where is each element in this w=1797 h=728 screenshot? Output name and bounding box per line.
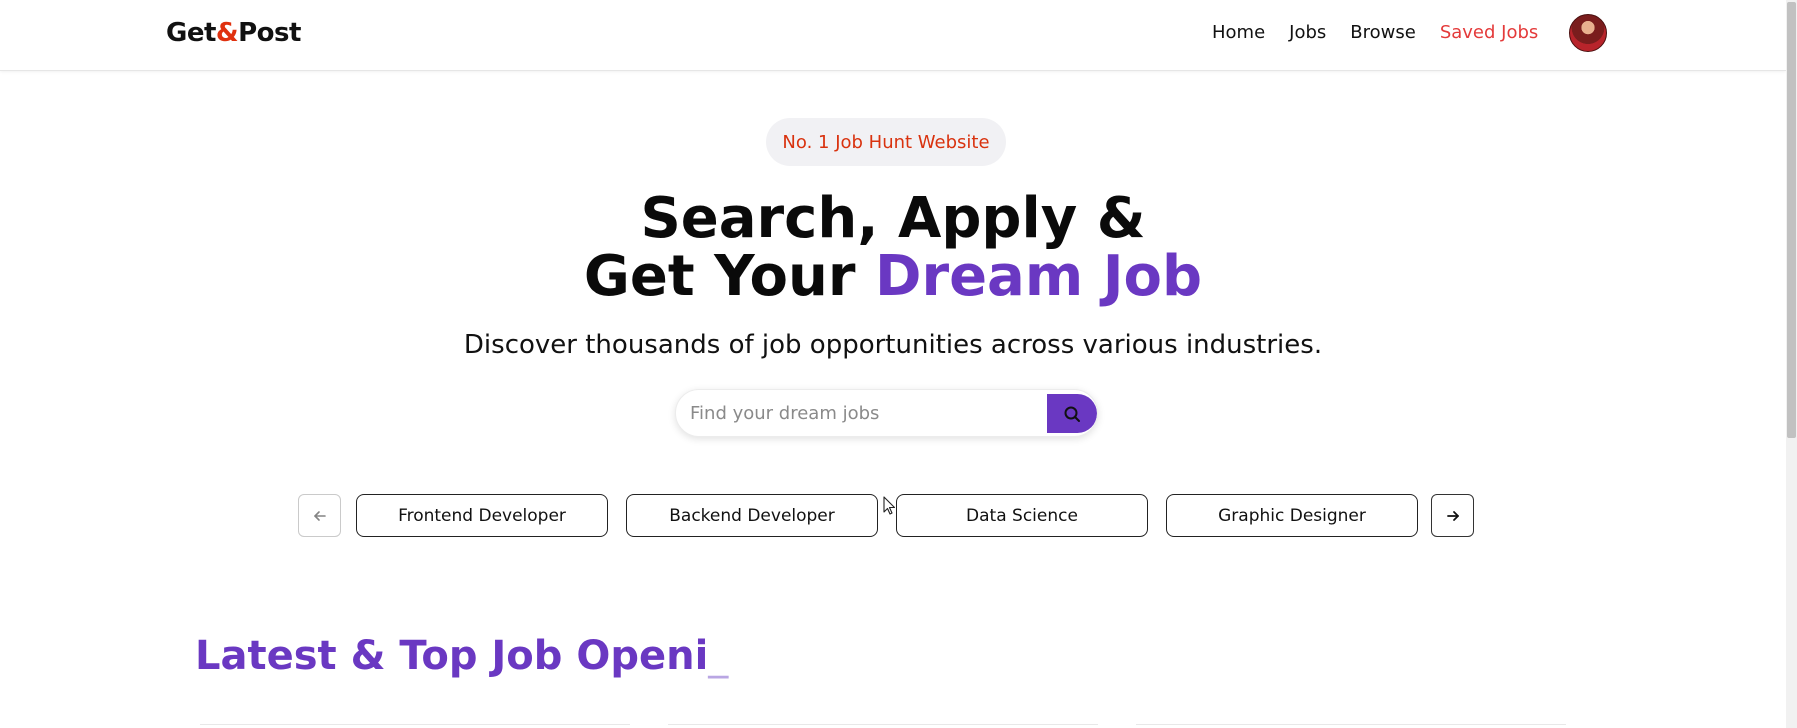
- nav-link-jobs[interactable]: Jobs: [1289, 22, 1326, 43]
- category-chip-backend-developer[interactable]: Backend Developer: [626, 494, 878, 537]
- hero-badge: No. 1 Job Hunt Website: [766, 118, 1006, 166]
- logo-text-post: Post: [238, 18, 301, 48]
- scrollbar-thumb[interactable]: [1787, 2, 1796, 438]
- nav-link-saved-jobs[interactable]: Saved Jobs: [1440, 22, 1538, 43]
- scrollbar[interactable]: [1786, 0, 1797, 728]
- search-icon: [1064, 406, 1080, 422]
- logo-text-get: Get: [166, 18, 216, 48]
- arrow-left-icon: [313, 510, 326, 521]
- nav-link-home[interactable]: Home: [1212, 22, 1265, 43]
- logo-ampersand: &: [215, 18, 239, 48]
- latest-jobs-heading-text: Latest & Top Job Openi: [195, 633, 709, 679]
- mouse-cursor-icon: [883, 496, 896, 515]
- arrow-right-icon: [1446, 510, 1459, 521]
- nav-links: Home Jobs Browse Saved Jobs: [1212, 22, 1538, 43]
- search-button[interactable]: [1047, 394, 1097, 433]
- nav-link-browse[interactable]: Browse: [1350, 22, 1416, 43]
- job-card-edge: [668, 724, 1098, 728]
- category-chip-frontend-developer[interactable]: Frontend Developer: [356, 494, 608, 537]
- job-card-edge: [1136, 724, 1566, 728]
- typing-caret: _: [708, 633, 729, 679]
- latest-jobs-heading: Latest & Top Job Openi_: [195, 633, 728, 679]
- hero-subtitle: Discover thousands of job opportunities …: [463, 330, 1323, 360]
- category-chip-data-science[interactable]: Data Science: [896, 494, 1148, 537]
- job-card-edge: [200, 724, 630, 728]
- search-input[interactable]: [690, 390, 1030, 436]
- logo[interactable]: Get&Post: [166, 18, 301, 48]
- carousel-prev-button[interactable]: [298, 494, 341, 537]
- top-navbar: Get&Post Home Jobs Browse Saved Jobs: [0, 0, 1786, 71]
- search-bar: [675, 389, 1098, 437]
- hero-title: Search, Apply & Get Your Dream Job: [0, 190, 1786, 306]
- carousel-next-button[interactable]: [1431, 494, 1474, 537]
- hero-title-line1: Search, Apply &: [640, 186, 1146, 251]
- avatar[interactable]: [1569, 14, 1607, 52]
- category-chip-graphic-designer[interactable]: Graphic Designer: [1166, 494, 1418, 537]
- hero-title-line2: Get Your: [583, 244, 875, 309]
- hero-title-accent: Dream Job: [874, 244, 1203, 309]
